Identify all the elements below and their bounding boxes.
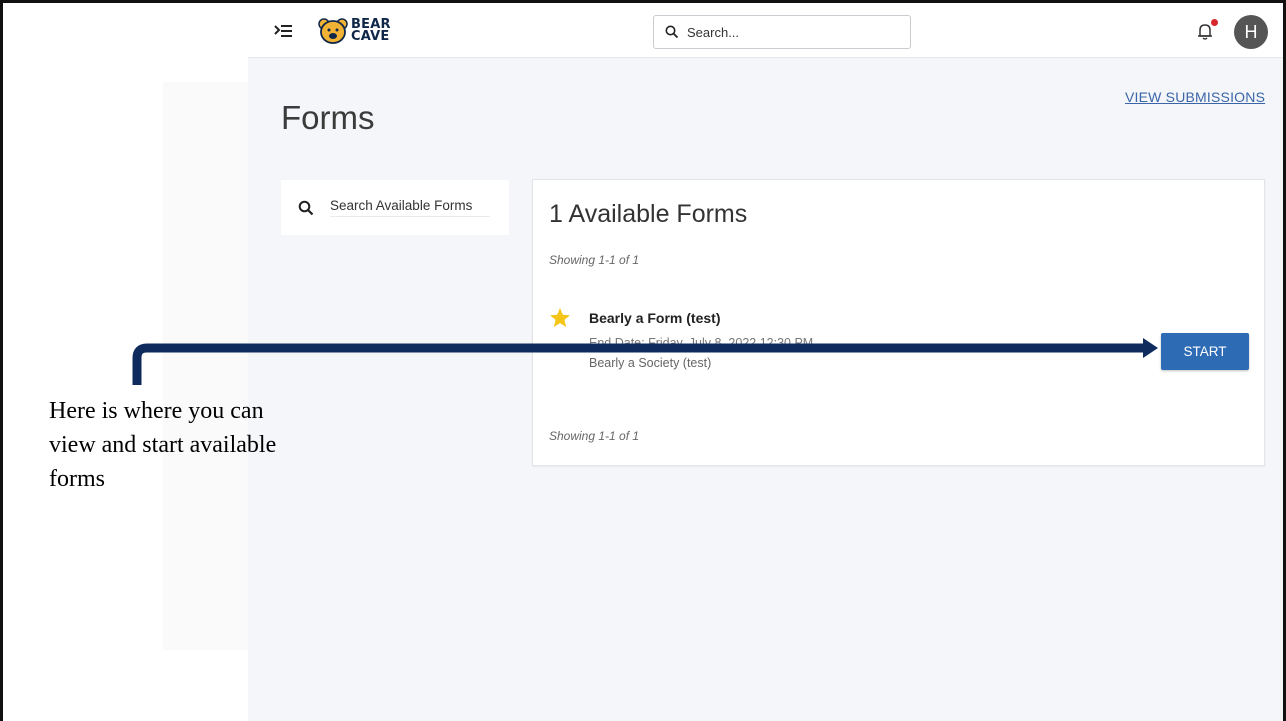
logo-line-2: CAVE [351, 29, 390, 44]
app-window: BEAR CAVE H Forms VIEW SUBMISSIONS 1 [248, 3, 1283, 721]
start-button[interactable]: START [1161, 333, 1249, 370]
list-item: Bearly a Form (test) End Date: Friday, J… [549, 305, 1249, 375]
search-forms-box[interactable] [281, 180, 509, 235]
bear-logo-icon [318, 18, 348, 44]
bear-cave-logo[interactable]: BEAR CAVE [318, 15, 391, 47]
form-name[interactable]: Bearly a Form (test) [589, 310, 720, 326]
global-search[interactable] [653, 15, 911, 49]
menu-collapse-icon[interactable] [272, 20, 294, 42]
annotation-text: Here is where you can view and start ava… [49, 398, 277, 492]
top-bar: BEAR CAVE H [248, 3, 1283, 58]
left-panel [163, 82, 248, 650]
showing-count-bottom: Showing 1-1 of 1 [549, 429, 640, 443]
page-title: Forms [281, 99, 375, 136]
search-icon [298, 200, 314, 215]
global-search-input[interactable] [687, 24, 897, 40]
search-icon [665, 25, 679, 39]
notification-dot [1211, 19, 1218, 26]
form-end-date: End Date: Friday, July 8, 2022 12:30 PM [589, 336, 814, 350]
star-icon[interactable] [549, 307, 571, 329]
form-society: Bearly a Society (test) [589, 356, 712, 370]
search-forms-input[interactable] [330, 198, 490, 217]
avatar[interactable]: H [1234, 15, 1268, 49]
view-submissions-link[interactable]: VIEW SUBMISSIONS [1125, 89, 1265, 105]
logo-text: BEAR CAVE [351, 18, 391, 44]
showing-count-top: Showing 1-1 of 1 [549, 253, 640, 267]
card-title: 1 Available Forms [549, 200, 748, 228]
available-forms-card: 1 Available Forms Showing 1-1 of 1 Bearl… [532, 179, 1265, 466]
